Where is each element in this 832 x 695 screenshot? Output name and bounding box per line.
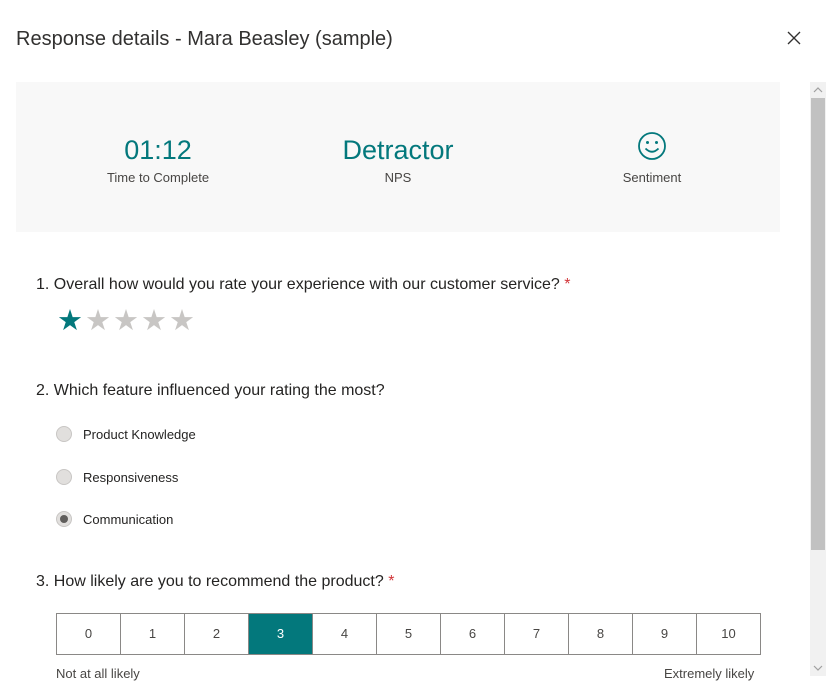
nps-option-8[interactable]: 8 <box>569 614 633 654</box>
nps-value: Detractor <box>342 135 454 165</box>
time-label: Time to Complete <box>106 170 210 185</box>
required-marker: * <box>388 573 395 590</box>
nps-option-2[interactable]: 2 <box>185 614 249 654</box>
required-marker: * <box>564 276 571 293</box>
question-3-text: 3. How likely are you to recommend the p… <box>36 573 384 590</box>
option-product-knowledge[interactable]: Product Knowledge <box>56 426 196 442</box>
dialog-title: Response details - Mara Beasley (sample) <box>16 28 393 50</box>
question-2-text: 2. Which feature influenced your rating … <box>36 382 385 399</box>
scroll-down-icon[interactable] <box>810 660 826 676</box>
nps-option-6[interactable]: 6 <box>441 614 505 654</box>
star-empty-icon[interactable]: ★ <box>112 307 140 336</box>
nps-option-10[interactable]: 10 <box>697 614 760 654</box>
question-1: 1. Overall how would you rate your exper… <box>36 276 570 294</box>
nps-option-1[interactable]: 1 <box>121 614 185 654</box>
star-empty-icon[interactable]: ★ <box>84 307 112 336</box>
nps-stat: Detractor NPS <box>298 82 498 185</box>
time-value: 01:12 <box>124 135 192 165</box>
sentiment-stat: Sentiment <box>552 82 752 185</box>
star-empty-icon[interactable]: ★ <box>168 307 196 336</box>
scrollbar-thumb[interactable] <box>811 98 825 550</box>
nps-option-9[interactable]: 9 <box>633 614 697 654</box>
nps-option-4[interactable]: 4 <box>313 614 377 654</box>
nps-high-label: Extremely likely <box>664 666 755 681</box>
option-label: Communication <box>83 511 174 527</box>
radio-button-selected[interactable] <box>56 511 72 527</box>
radio-button[interactable] <box>56 426 72 442</box>
nps-option-3[interactable]: 3 <box>249 614 313 654</box>
option-label: Product Knowledge <box>83 426 196 442</box>
sentiment-label: Sentiment <box>622 170 682 185</box>
close-icon[interactable] <box>784 28 804 48</box>
nps-low-label: Not at all likely <box>56 666 140 681</box>
summary-panel: 01:12 Time to Complete Detractor NPS Sen… <box>16 82 780 232</box>
smile-icon <box>638 132 666 160</box>
nps-option-5[interactable]: 5 <box>377 614 441 654</box>
question-3: 3. How likely are you to recommend the p… <box>36 573 394 591</box>
option-label: Responsiveness <box>83 469 179 485</box>
nps-scale: 0 1 2 3 4 5 6 7 8 9 10 <box>56 613 761 655</box>
nps-option-0[interactable]: 0 <box>57 614 121 654</box>
star-filled-icon[interactable]: ★ <box>56 307 84 336</box>
question-2: 2. Which feature influenced your rating … <box>36 382 385 400</box>
option-responsiveness[interactable]: Responsiveness <box>56 469 178 485</box>
star-rating: ★ ★ ★ ★ ★ <box>56 307 196 336</box>
time-stat: 01:12 Time to Complete <box>58 82 258 185</box>
option-communication[interactable]: Communication <box>56 511 173 527</box>
star-empty-icon[interactable]: ★ <box>140 307 168 336</box>
scrollbar[interactable] <box>810 82 826 676</box>
nps-label: NPS <box>384 170 412 185</box>
question-1-text: 1. Overall how would you rate your exper… <box>36 276 560 293</box>
radio-button[interactable] <box>56 469 72 485</box>
nps-option-7[interactable]: 7 <box>505 614 569 654</box>
scroll-up-icon[interactable] <box>810 82 826 98</box>
